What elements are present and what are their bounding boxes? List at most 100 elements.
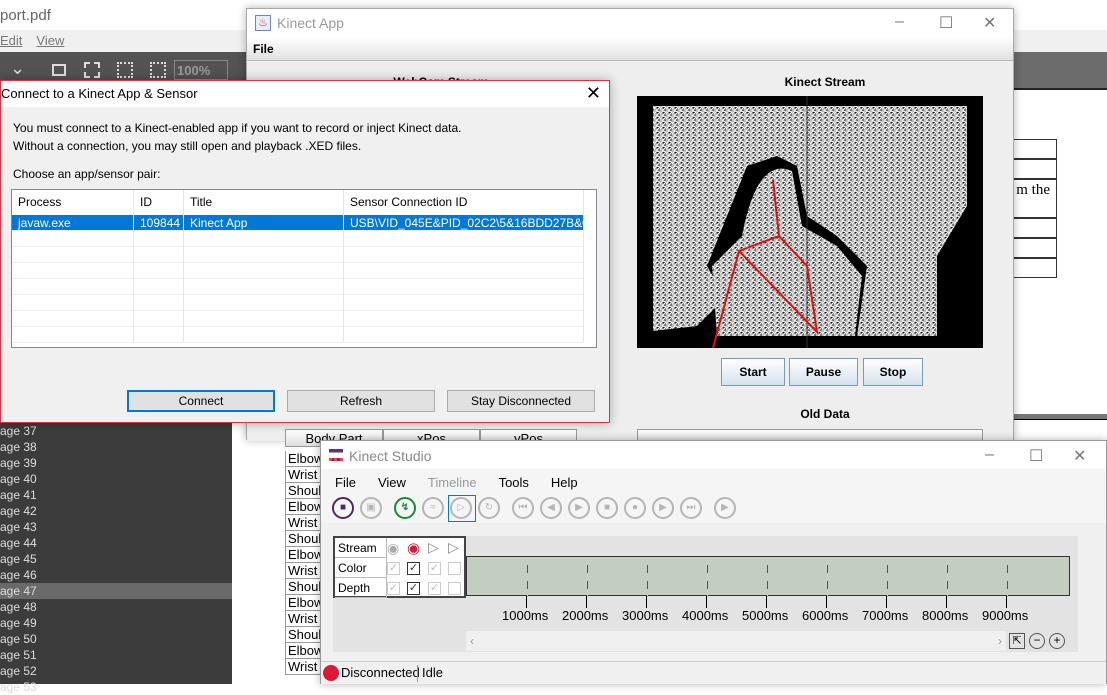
tick-mark: [826, 596, 827, 608]
empty-cell: [184, 279, 344, 295]
tick-mark: [946, 596, 947, 608]
menu-view[interactable]: View: [36, 33, 64, 48]
empty-cell: [12, 279, 134, 295]
dialog-message-2: Without a connection, you may still open…: [13, 139, 362, 153]
step-back-icon[interactable]: ◀: [540, 497, 562, 519]
fit-page-icon[interactable]: [52, 64, 66, 76]
chevron-down-icon[interactable]: ⌄: [10, 58, 25, 79]
checkbox[interactable]: ✓: [428, 562, 441, 575]
page-item[interactable]: age 40: [0, 471, 232, 487]
close-icon[interactable]: ✕: [586, 83, 601, 104]
horizontal-scrollbar[interactable]: ‹ ›: [466, 631, 1006, 651]
page-item[interactable]: age 49: [0, 615, 232, 631]
page-item[interactable]: age 51: [0, 647, 232, 663]
kinect-app-titlebar: ♨ Kinect App – ☐ ✕: [247, 9, 1013, 37]
zoom-select[interactable]: 100%: [174, 60, 228, 80]
list-row[interactable]: javaw.exe 109844 Kinect App USB\VID_045E…: [12, 215, 596, 231]
skip-end-icon[interactable]: ⏭: [680, 497, 702, 519]
page-item[interactable]: age 47: [0, 583, 232, 599]
page-item[interactable]: age 46: [0, 567, 232, 583]
checkbox[interactable]: ✓: [387, 582, 400, 595]
page-item[interactable]: age 39: [0, 455, 232, 471]
menu-file[interactable]: File: [335, 475, 356, 490]
connect-icon[interactable]: ↯: [394, 497, 416, 519]
stop-icon[interactable]: ■: [596, 497, 618, 519]
connect-button[interactable]: Connect: [127, 390, 275, 412]
empty-cell: [134, 247, 184, 263]
empty-cell: [12, 263, 134, 279]
col-sensor-id[interactable]: Sensor Connection ID: [344, 190, 584, 214]
menu-view[interactable]: View: [378, 475, 406, 490]
close-button[interactable]: ✕: [1073, 446, 1086, 466]
zoom-in-icon[interactable]: +: [1049, 633, 1065, 649]
app-sensor-list[interactable]: Process ID Title Sensor Connection ID ja…: [11, 189, 597, 348]
col-title[interactable]: Title: [184, 190, 344, 214]
menu-edit[interactable]: Edit: [0, 33, 22, 48]
pause-button[interactable]: Pause: [789, 358, 858, 386]
maximize-button[interactable]: ☐: [939, 13, 953, 33]
inject-button[interactable]: ▷: [448, 495, 476, 522]
status-bar: Disconnected Idle: [321, 661, 1106, 684]
page-item[interactable]: age 52: [0, 663, 232, 679]
empty-cell: [344, 247, 584, 263]
skip-start-icon[interactable]: ⏮: [512, 497, 534, 519]
checkbox[interactable]: [448, 582, 461, 595]
menu-file[interactable]: File: [253, 42, 274, 56]
start-button[interactable]: Start: [721, 358, 785, 386]
divider: [417, 665, 418, 682]
zoom-out-icon[interactable]: −: [1029, 633, 1045, 649]
page-item[interactable]: age 50: [0, 631, 232, 647]
page-item[interactable]: age 45: [0, 551, 232, 567]
page-item[interactable]: age 53: [0, 679, 232, 695]
zoom-fit-icon[interactable]: ⇱: [1009, 633, 1025, 649]
maximize-button[interactable]: ☐: [1029, 446, 1043, 466]
tick-label: 8000ms: [922, 608, 969, 623]
col-id[interactable]: ID: [134, 190, 184, 214]
tick-label: 4000ms: [682, 608, 729, 623]
sensor-icon[interactable]: ≈: [422, 497, 444, 519]
menu-tools[interactable]: Tools: [499, 475, 529, 490]
checkbox[interactable]: ✓: [428, 582, 441, 595]
menu-help[interactable]: Help: [551, 475, 578, 490]
empty-cell: [344, 311, 584, 327]
checkbox[interactable]: ✓: [407, 562, 420, 575]
page-item[interactable]: age 44: [0, 535, 232, 551]
open-icon[interactable]: ■: [332, 497, 354, 519]
checkbox[interactable]: ✓: [387, 562, 400, 575]
minimize-button[interactable]: –: [985, 446, 994, 464]
checkbox[interactable]: [448, 562, 461, 575]
col-process[interactable]: Process: [12, 190, 134, 214]
stop-button[interactable]: Stop: [863, 358, 923, 386]
expand-icon[interactable]: [117, 62, 133, 78]
page-item[interactable]: age 48: [0, 599, 232, 615]
gridline: [647, 557, 648, 597]
fit-width-icon[interactable]: [84, 62, 100, 78]
kinect-stream-label: Kinect Stream: [784, 75, 866, 89]
save-icon[interactable]: ▣: [360, 497, 382, 519]
refresh-icon[interactable]: ↻: [478, 497, 500, 519]
checkbox[interactable]: ✓: [407, 582, 420, 595]
page-item[interactable]: age 42: [0, 503, 232, 519]
record-icon[interactable]: ●: [624, 497, 646, 519]
empty-cell: [184, 263, 344, 279]
page-item[interactable]: age 43: [0, 519, 232, 535]
play-col-icon: ▷: [428, 539, 439, 555]
minimize-button[interactable]: –: [895, 13, 904, 31]
id-cell: 109844: [134, 215, 184, 231]
step-forward-icon[interactable]: ▶: [652, 497, 674, 519]
close-button[interactable]: ✕: [983, 13, 996, 33]
page-item[interactable]: age 37: [0, 423, 232, 439]
gridline: [1007, 557, 1008, 597]
play-icon[interactable]: ▶: [568, 497, 590, 519]
menu-timeline: Timeline: [427, 475, 477, 490]
page-item[interactable]: age 41: [0, 487, 232, 503]
tick-mark: [586, 596, 587, 608]
timeline-track[interactable]: [466, 556, 1070, 597]
shrink-icon[interactable]: [150, 62, 166, 78]
play-pause-icon[interactable]: ▶: [714, 497, 736, 519]
tick-mark: [706, 596, 707, 608]
page-item[interactable]: age 38: [0, 439, 232, 455]
refresh-button[interactable]: Refresh: [287, 390, 435, 412]
stay-disconnected-button[interactable]: Stay Disconnected: [447, 390, 595, 412]
depth-image: [653, 96, 967, 348]
